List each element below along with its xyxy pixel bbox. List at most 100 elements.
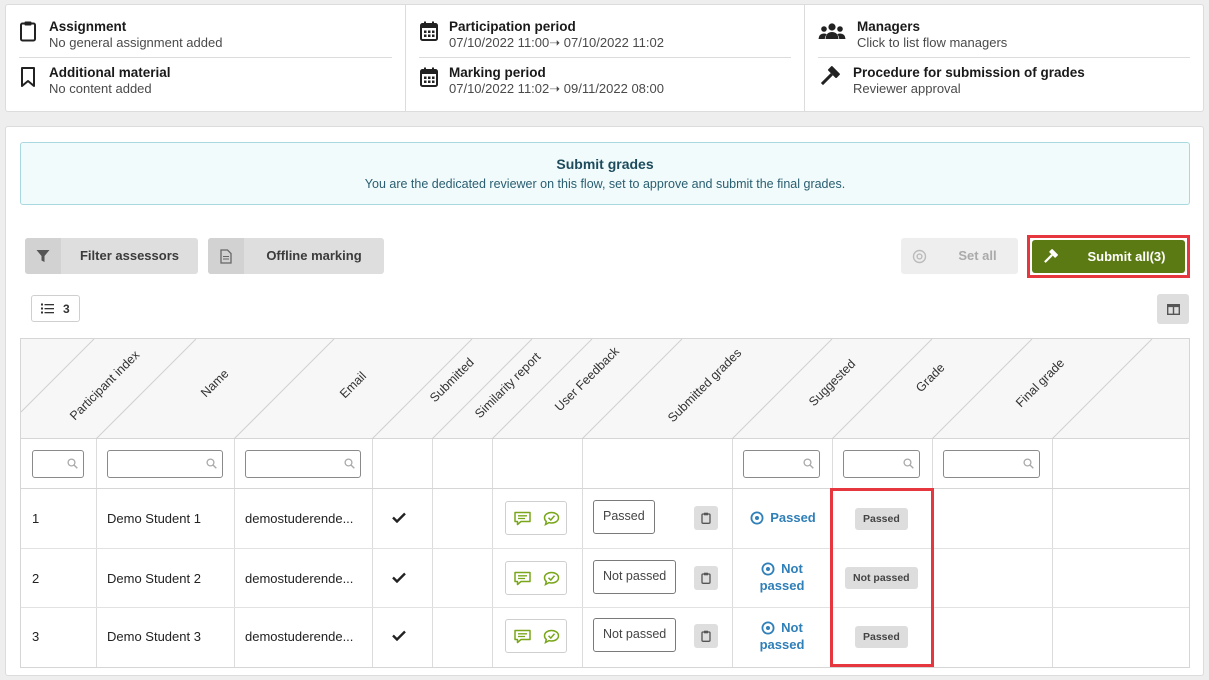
- table-row[interactable]: 3 Demo Student 3 demostuderende... Not p…: [21, 608, 1189, 667]
- calendar-icon: [419, 20, 439, 42]
- target-icon: [901, 238, 937, 274]
- set-all-button[interactable]: Set all: [901, 238, 1018, 274]
- set-all-label: Set all: [958, 248, 997, 263]
- marking-period-info: Marking period 07/10/2022 11:02➝ 09/11/2…: [419, 59, 791, 104]
- additional-material-value: No content added: [49, 81, 152, 96]
- marking-period-value: 07/10/2022 11:02➝ 09/11/2022 08:00: [449, 81, 664, 96]
- participation-period-value: 07/10/2022 11:00➝ 07/10/2022 11:02: [449, 35, 664, 50]
- managers-info[interactable]: Managers Click to list flow managers: [818, 13, 1190, 58]
- suggested-grade-label: Not: [781, 561, 803, 576]
- assignment-value: No general assignment added: [49, 35, 223, 50]
- managers-link[interactable]: Click to list flow managers: [857, 35, 1007, 51]
- submitted-grade-field[interactable]: Passed: [593, 500, 655, 534]
- comment-icon[interactable]: [514, 629, 531, 644]
- checkmark-icon: [392, 572, 406, 583]
- offline-marking-button[interactable]: Offline marking: [208, 238, 384, 274]
- participation-period-title: Participation period: [449, 19, 576, 34]
- search-icon: [67, 458, 78, 469]
- filter-assessors-label: Filter assessors: [79, 248, 179, 263]
- comment-check-icon[interactable]: [543, 571, 560, 586]
- users-icon: [818, 20, 846, 42]
- user-feedback-buttons[interactable]: [505, 619, 567, 653]
- info-column-1: Assignment No general assignment added A…: [6, 5, 405, 111]
- student-name[interactable]: Demo Student 3: [107, 629, 201, 644]
- clipboard-icon: [701, 512, 711, 524]
- checkmark-icon: [392, 630, 406, 641]
- target-icon: [761, 621, 775, 635]
- columns-icon: [1166, 303, 1180, 315]
- submitted-grade-field[interactable]: Not passed: [593, 618, 677, 652]
- search-icon: [1023, 458, 1034, 469]
- filter-assessors-button[interactable]: Filter assessors: [25, 238, 198, 274]
- info-column-3: Managers Click to list flow managers Pro…: [804, 5, 1203, 111]
- comment-icon[interactable]: [514, 571, 531, 586]
- info-column-2: Participation period 07/10/2022 11:00➝ 0…: [405, 5, 804, 111]
- assignment-info[interactable]: Assignment No general assignment added: [19, 13, 392, 58]
- student-email[interactable]: demostuderende...: [245, 629, 353, 644]
- comment-check-icon[interactable]: [543, 511, 560, 526]
- clipboard-button[interactable]: [694, 566, 718, 590]
- user-feedback-buttons[interactable]: [505, 501, 567, 535]
- procedure-value: Reviewer approval: [853, 81, 961, 96]
- procedure-info: Procedure for submission of grades Revie…: [818, 59, 1190, 104]
- suggested-grade-label-line2: passed: [759, 637, 805, 652]
- suggested-grade-label: Passed: [770, 510, 816, 525]
- clipboard-icon: [701, 630, 711, 642]
- participation-period-info: Participation period 07/10/2022 11:00➝ 0…: [419, 13, 791, 58]
- student-name[interactable]: Demo Student 2: [107, 571, 201, 586]
- marking-period-title: Marking period: [449, 65, 546, 80]
- clipboard-button[interactable]: [694, 624, 718, 648]
- offline-marking-label: Offline marking: [266, 248, 362, 263]
- user-feedback-buttons[interactable]: [505, 561, 567, 595]
- clipboard-icon: [701, 572, 711, 584]
- participant-index: 3: [32, 629, 40, 644]
- calendar-icon: [419, 66, 439, 88]
- search-icon: [344, 458, 355, 469]
- additional-material-title: Additional material: [49, 65, 171, 80]
- suggested-grade[interactable]: Not passed: [743, 619, 821, 653]
- suggested-grade[interactable]: Not passed: [743, 560, 821, 594]
- search-icon: [903, 458, 914, 469]
- row-count-toggle[interactable]: 3: [31, 295, 80, 322]
- clipboard-button[interactable]: [694, 506, 718, 530]
- filter-row: [21, 439, 1189, 489]
- submit-all-button[interactable]: Submit all(3): [1032, 240, 1185, 273]
- comment-check-icon[interactable]: [543, 629, 560, 644]
- document-icon: [208, 238, 244, 274]
- assignment-title: Assignment: [49, 19, 127, 34]
- gavel-icon: [818, 66, 840, 88]
- column-toggle-button[interactable]: [1157, 294, 1189, 324]
- additional-material-info[interactable]: Additional material No content added: [19, 59, 392, 104]
- row-count: 3: [63, 302, 70, 316]
- checkmark-icon: [392, 512, 406, 523]
- grades-table: Participant index Name Email Submitted S…: [20, 338, 1190, 668]
- submit-grades-banner: Submit grades You are the dedicated revi…: [20, 142, 1190, 205]
- participant-index: 1: [32, 511, 40, 526]
- list-icon: [41, 303, 54, 314]
- student-email[interactable]: demostuderende...: [245, 511, 353, 526]
- clipboard-icon: [19, 20, 39, 42]
- filter-icon: [25, 238, 61, 274]
- banner-text: You are the dedicated reviewer on this f…: [364, 177, 846, 191]
- procedure-title: Procedure for submission of grades: [853, 65, 1085, 80]
- table-header: Participant index Name Email Submitted S…: [21, 339, 1189, 439]
- banner-title: Submit grades: [556, 156, 654, 172]
- target-icon: [750, 511, 764, 525]
- bookmark-icon: [19, 66, 39, 88]
- table-row[interactable]: 1 Demo Student 1 demostuderende... Passe…: [21, 489, 1189, 549]
- suggested-grade[interactable]: Passed: [743, 509, 823, 526]
- suggested-grade-label: Not: [781, 620, 803, 635]
- submit-all-label: Submit all(3): [1087, 249, 1166, 264]
- suggested-grade-label-line2: passed: [759, 578, 805, 593]
- gavel-icon: [1032, 240, 1068, 273]
- comment-icon[interactable]: [514, 511, 531, 526]
- target-icon: [761, 562, 775, 576]
- participant-index: 2: [32, 571, 40, 586]
- student-name[interactable]: Demo Student 1: [107, 511, 201, 526]
- table-row[interactable]: 2 Demo Student 2 demostuderende... Not p…: [21, 549, 1189, 608]
- flow-info-panel: Assignment No general assignment added A…: [5, 4, 1204, 112]
- managers-title: Managers: [857, 19, 921, 34]
- submitted-grade-field[interactable]: Not passed: [593, 560, 677, 594]
- student-email[interactable]: demostuderende...: [245, 571, 353, 586]
- search-icon: [803, 458, 814, 469]
